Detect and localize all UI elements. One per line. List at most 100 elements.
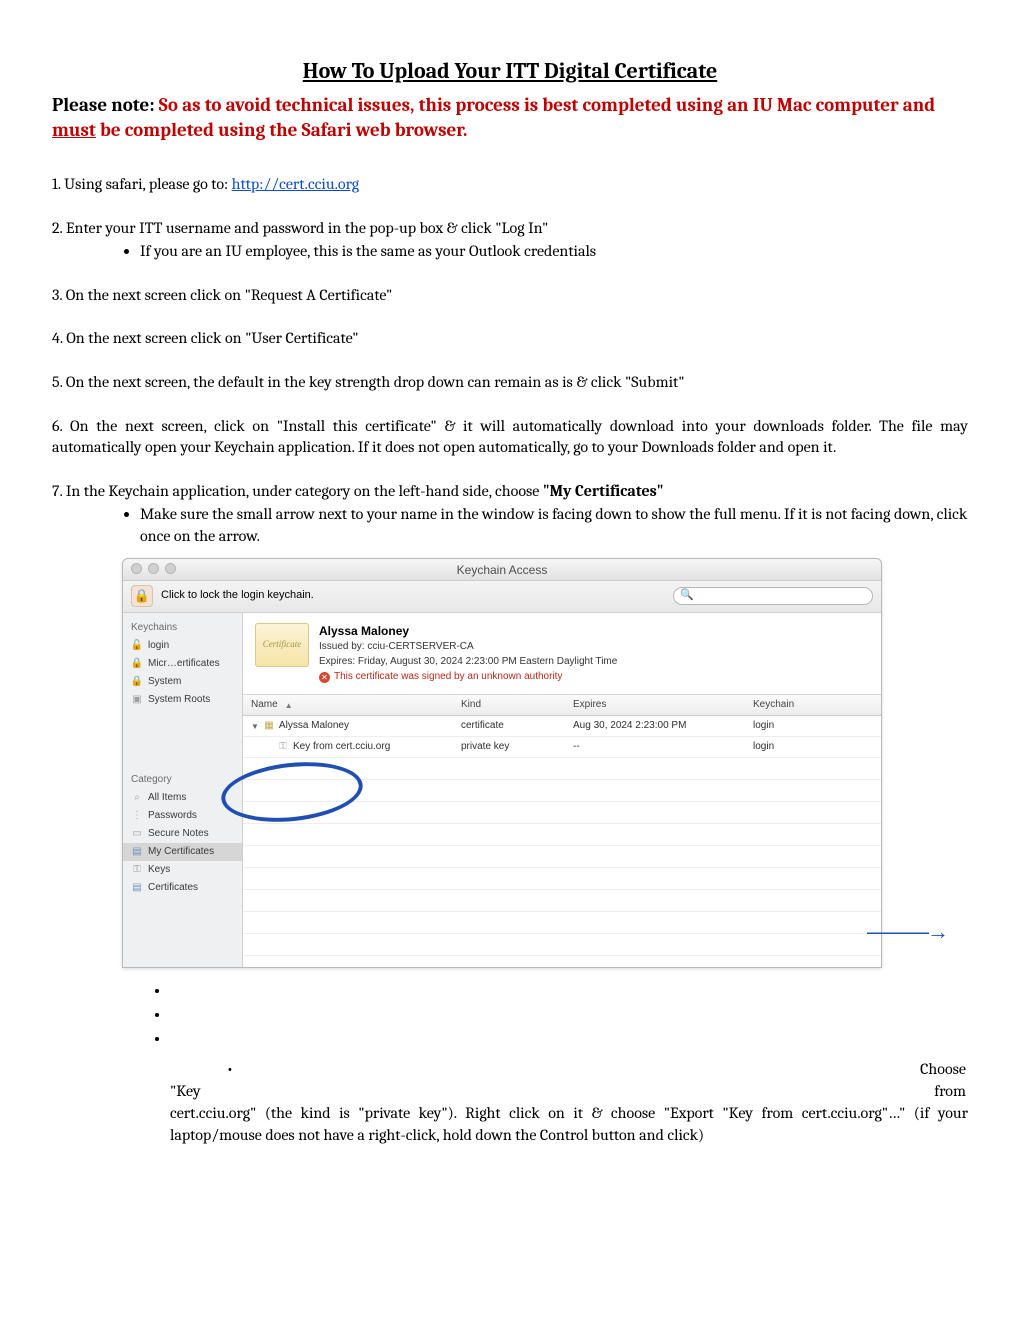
traffic-lights: [131, 563, 176, 574]
note-icon: ▭: [131, 828, 143, 840]
sidebar-item-label: login: [148, 639, 169, 653]
tail-keyfrom: "Key from: [170, 1080, 968, 1102]
table-row[interactable]: ▼ ▦ Alyssa Maloney certificate Aug 30, 2…: [243, 716, 881, 737]
certificate-icon: ▦: [263, 720, 275, 732]
key-icon: ⚿: [277, 741, 289, 753]
certificate-thumb-icon: Certificate: [255, 623, 309, 667]
sidebar-item-passwords[interactable]: ⋮ Passwords: [123, 807, 242, 825]
tag-icon: ⌕: [131, 792, 143, 804]
col-keychain[interactable]: Keychain: [745, 695, 881, 715]
keychain-main: Certificate Alyssa Maloney Issued by: cc…: [243, 613, 881, 967]
sidebar-item-mycertificates[interactable]: ▤ My Certificates: [123, 843, 242, 861]
certificate-details: Certificate Alyssa Maloney Issued by: cc…: [243, 613, 881, 696]
keychain-sidebar: Keychains 🔓 login 🔒 Micr…ertificates 🔒Syst…: [123, 613, 243, 967]
step-7a: 7. In the Keychain application, under ca…: [52, 482, 543, 500]
cert-expires: Expires: Friday, August 30, 2024 2:23:00…: [319, 655, 617, 669]
lock-icon: 🔒: [131, 658, 143, 670]
step-7: 7. In the Keychain application, under ca…: [52, 481, 968, 503]
sidebar-item-allitems[interactable]: ⌕ All Items: [123, 789, 242, 807]
zoom-icon[interactable]: [165, 563, 176, 574]
step-6: 6. On the next screen, click on "Install…: [52, 416, 968, 459]
sidebar-item-label: Keys: [148, 863, 170, 877]
keychain-table: Name ▲ Kind Expires Keychain ▼ ▦ Alyssa M…: [243, 695, 881, 956]
search-icon: 🔍: [680, 588, 694, 603]
keychain-toolbar: 🔒 Click to lock the login keychain. 🔍: [123, 581, 881, 613]
page-title: How To Upload Your ITT Digital Certifica…: [52, 56, 968, 87]
note-red1: So as to avoid technical issues, this pr…: [159, 94, 935, 116]
keychain-titlebar: Keychain Access: [123, 559, 881, 581]
cert-name: Alyssa Maloney: [319, 623, 617, 640]
row-kind: private key: [453, 737, 565, 757]
sidebar-item-securenotes[interactable]: ▭ Secure Notes: [123, 825, 242, 843]
tail-key-right: from: [934, 1080, 966, 1102]
col-expires[interactable]: Expires: [565, 695, 745, 715]
keychain-title: Keychain Access: [457, 563, 548, 577]
sidebar-item-label: My Certificates: [148, 845, 214, 859]
tail-choose: . • Choose: [170, 1058, 968, 1080]
row-kind: certificate: [453, 716, 565, 736]
step-1: 1. Using safari, please go to: http://ce…: [52, 174, 968, 196]
password-icon: ⋮: [131, 810, 143, 822]
step-7-bullet-1: Make sure the small arrow next to your n…: [140, 504, 968, 547]
sidebar-item-login[interactable]: 🔓 login: [123, 637, 242, 655]
step-4: 4. On the next screen click on "User Cer…: [52, 328, 968, 350]
certificate-icon: ▤: [131, 846, 143, 858]
tail-key-left: "Key: [170, 1080, 201, 1102]
unlock-icon: 🔓: [131, 640, 143, 652]
please-note: Please note: So as to avoid technical is…: [52, 93, 968, 144]
folder-icon: ▣: [131, 694, 143, 706]
sort-asc-icon: ▲: [285, 700, 293, 711]
certificate-icon: ▤: [131, 882, 143, 894]
table-row[interactable]: ⚿ Key from cert.cciu.org private key -- …: [243, 737, 881, 758]
row-keychain: login: [745, 737, 881, 757]
row-name: Alyssa Maloney: [279, 719, 349, 733]
sidebar-item-micr[interactable]: 🔒 Micr…ertificates: [123, 655, 242, 673]
close-icon[interactable]: [131, 563, 142, 574]
tail-bullet: [170, 1028, 968, 1052]
row-expires: --: [565, 737, 745, 757]
step-2: 2. Enter your ITT username and password …: [52, 218, 968, 240]
cert-url-link[interactable]: http://cert.cciu.org: [232, 175, 360, 193]
step-2-bullets: If you are an IU employee, this is the s…: [140, 241, 968, 263]
sidebar-header-category: Category: [123, 769, 242, 789]
disclosure-down-icon[interactable]: ▼: [251, 721, 259, 732]
row-keychain: login: [745, 716, 881, 736]
minimize-icon[interactable]: [148, 563, 159, 574]
note-must: must: [52, 119, 96, 141]
step-7-bullets: Make sure the small arrow next to your n…: [140, 504, 968, 547]
tail-choose-right: Choose: [920, 1058, 966, 1080]
col-kind[interactable]: Kind: [453, 695, 565, 715]
step-5: 5. On the next screen, the default in th…: [52, 372, 968, 394]
row-name: Key from cert.cciu.org: [293, 740, 390, 754]
sidebar-item-keys[interactable]: ⚿ Keys: [123, 861, 242, 879]
key-icon: ⚿: [131, 864, 143, 876]
search-input[interactable]: 🔍: [673, 587, 873, 605]
sidebar-item-certificates[interactable]: ▤Certificates: [123, 879, 242, 897]
cert-issued: Issued by: cciu-CERTSERVER-CA: [319, 640, 617, 654]
lock-text: Click to lock the login keychain.: [161, 588, 314, 603]
cert-warning: ✕This certificate was signed by an unkno…: [319, 670, 617, 684]
tail-bullet: [170, 1004, 968, 1028]
sidebar-item-label: All Items: [148, 791, 186, 805]
sidebar-item-label: System Roots: [148, 693, 210, 707]
sidebar-item-label: Passwords: [148, 809, 197, 823]
sidebar-item-label: Micr…ertificates: [148, 657, 220, 671]
col-label: Name: [251, 698, 278, 712]
lock-icon[interactable]: 🔒: [131, 585, 153, 607]
sidebar-header-keychains: Keychains: [123, 617, 242, 637]
tail-bullet: [170, 980, 968, 1004]
sidebar-item-label: Secure Notes: [148, 827, 209, 841]
sidebar-item-label: System: [148, 675, 181, 689]
note-prefix: Please note:: [52, 94, 159, 116]
row-expires: Aug 30, 2024 2:23:00 PM: [565, 716, 745, 736]
annotation-arrow-icon: ———→: [867, 917, 947, 948]
warning-icon: ✕: [319, 672, 330, 683]
sidebar-item-system[interactable]: 🔒System: [123, 673, 242, 691]
col-name[interactable]: Name ▲: [243, 695, 453, 715]
table-header: Name ▲ Kind Expires Keychain: [243, 695, 881, 716]
sidebar-item-systemroots[interactable]: ▣ System Roots: [123, 691, 242, 709]
note-red2: be completed using the Safari web browse…: [96, 119, 468, 141]
tail-paragraph: cert.cciu.org" (the kind is "private key…: [170, 1102, 968, 1146]
step-2-bullet-1: If you are an IU employee, this is the s…: [140, 241, 968, 263]
tail-bullets: [170, 980, 968, 1052]
